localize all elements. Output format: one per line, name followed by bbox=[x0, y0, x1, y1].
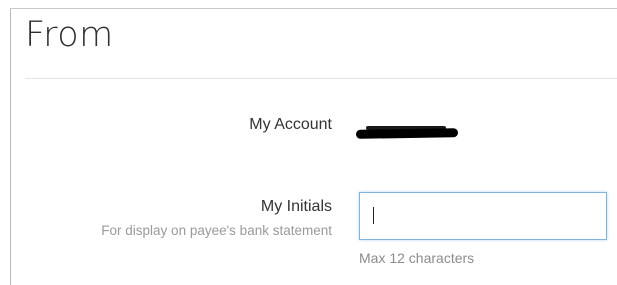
my-initials-input[interactable] bbox=[359, 192, 607, 240]
section-title: From bbox=[25, 15, 114, 55]
section-divider bbox=[25, 78, 617, 79]
max-characters-note: Max 12 characters bbox=[359, 250, 475, 266]
initials-helper-text: For display on payee's bank statement bbox=[101, 223, 332, 238]
my-account-label: My Account bbox=[249, 116, 332, 133]
my-initials-label: My Initials bbox=[260, 198, 332, 215]
from-panel: From bbox=[10, 8, 617, 285]
redaction-mark bbox=[355, 128, 459, 139]
text-cursor bbox=[373, 207, 374, 224]
my-account-value-redacted bbox=[355, 124, 459, 144]
